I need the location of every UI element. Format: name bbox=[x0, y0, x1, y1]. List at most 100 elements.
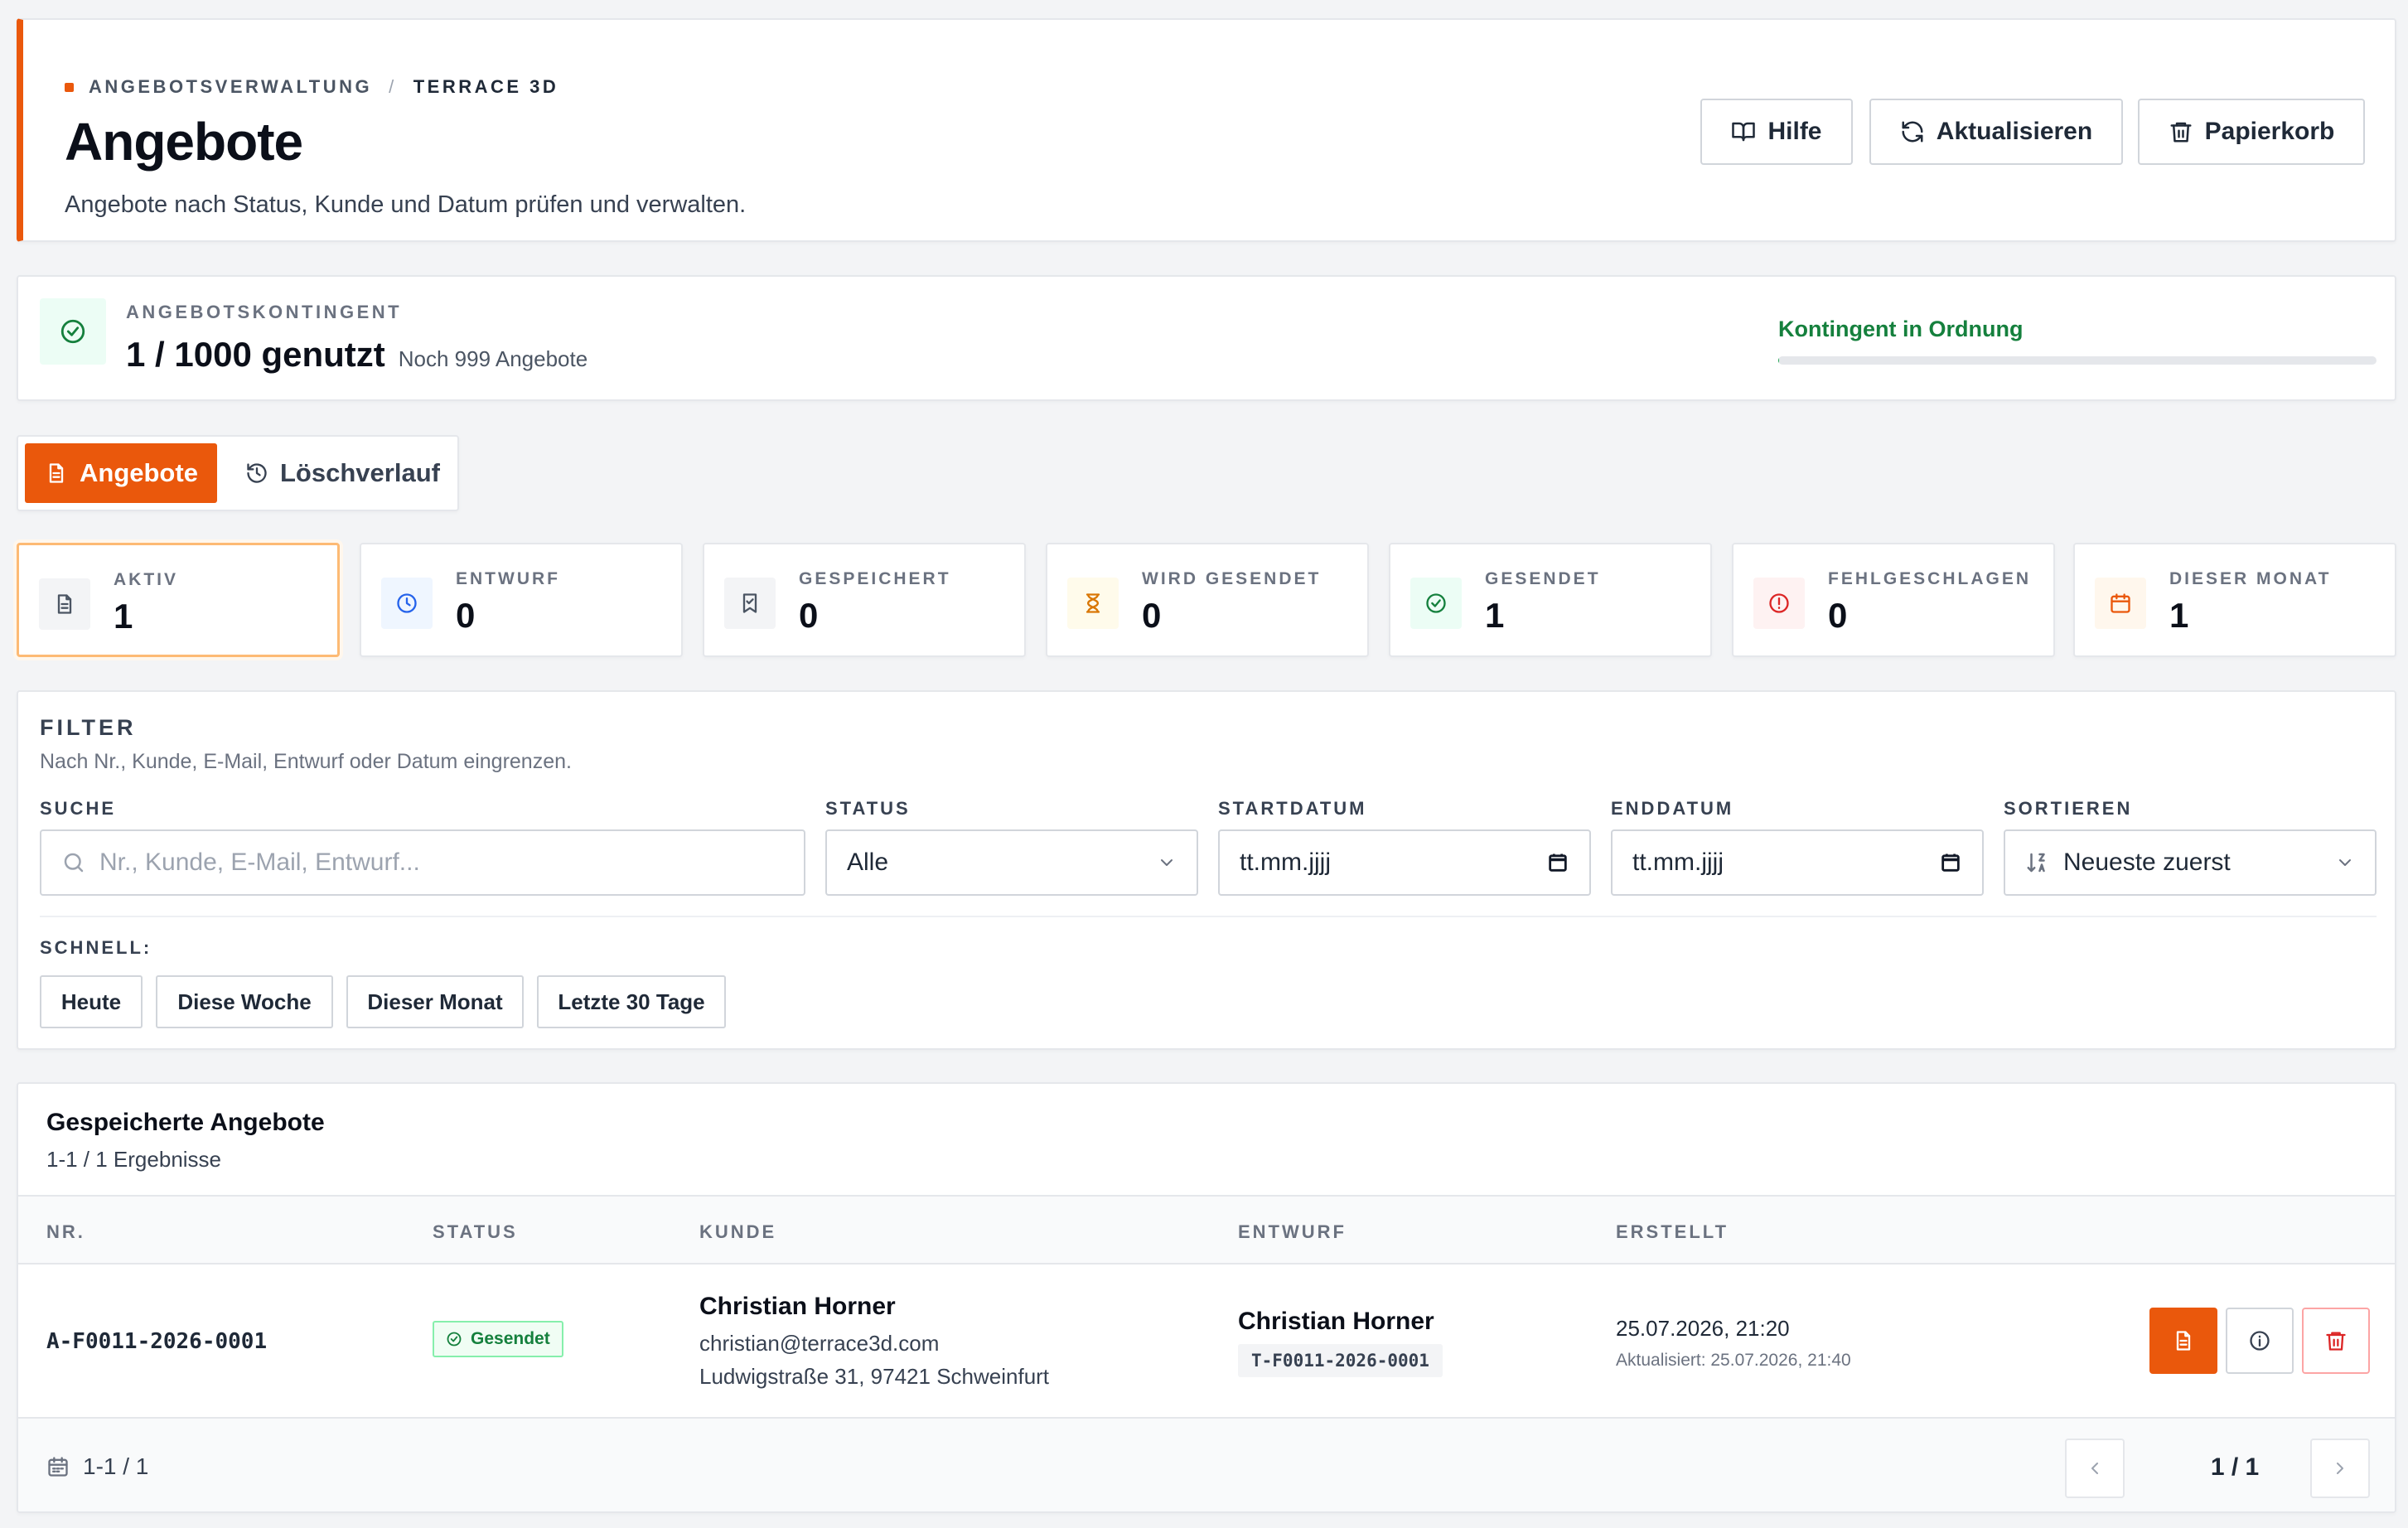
calendar-icon bbox=[46, 1455, 70, 1478]
tab-offers-label: Angebote bbox=[80, 458, 198, 487]
info-icon bbox=[2248, 1329, 2271, 1352]
filter-panel: FILTER Nach Nr., Kunde, E-Mail, Entwurf … bbox=[17, 690, 2396, 1050]
search-input[interactable]: Nr., Kunde, E-Mail, Entwurf... bbox=[40, 829, 805, 896]
footer-range-text: 1-1 / 1 bbox=[83, 1453, 149, 1479]
open-pdf-button[interactable] bbox=[2149, 1308, 2217, 1374]
refresh-button-label: Aktualisieren bbox=[1936, 118, 2093, 145]
end-date-input[interactable]: tt.mm.jjjj bbox=[1611, 829, 1984, 896]
breadcrumb-current: TERRACE 3D bbox=[413, 76, 559, 97]
view-tabs: Angebote Löschverlauf bbox=[17, 435, 459, 511]
search-placeholder: Nr., Kunde, E-Mail, Entwurf... bbox=[99, 849, 420, 876]
footer-range: 1-1 / 1 bbox=[46, 1453, 148, 1480]
draft-name: Christian Horner bbox=[1238, 1308, 1434, 1335]
stat-value: 0 bbox=[456, 596, 476, 635]
stat-value: 1 bbox=[1485, 596, 1505, 635]
help-button-label: Hilfe bbox=[1767, 118, 1822, 145]
chevron-left-icon bbox=[2085, 1458, 2105, 1478]
table-footer: 1-1 / 1 1 / 1 bbox=[18, 1419, 2395, 1511]
stat-value: 0 bbox=[799, 596, 819, 635]
quota-card: ANGEBOTSKONTINGENT 1 / 1000 genutzt Noch… bbox=[17, 275, 2396, 401]
sort-select[interactable]: Neueste zuerst bbox=[2004, 829, 2377, 896]
stat-failed[interactable]: FEHLGESCHLAGEN 0 bbox=[1732, 543, 2055, 657]
calendar-icon bbox=[2095, 578, 2146, 629]
help-button[interactable]: Hilfe bbox=[1700, 99, 1853, 165]
end-date-placeholder: tt.mm.jjjj bbox=[1632, 849, 1724, 876]
tab-history-label: Löschverlauf bbox=[280, 458, 440, 487]
status-select-value: Alle bbox=[847, 849, 889, 876]
history-icon bbox=[245, 462, 268, 485]
status-select[interactable]: Alle bbox=[825, 829, 1198, 896]
hourglass-icon bbox=[1067, 578, 1119, 629]
bookmark-icon bbox=[724, 578, 776, 629]
trash-icon bbox=[2324, 1329, 2348, 1352]
next-page-button[interactable] bbox=[2310, 1439, 2370, 1498]
quota-progress-fill bbox=[1778, 356, 1779, 365]
sort-label: SORTIEREN bbox=[2004, 798, 2133, 819]
stat-label: DIESER MONAT bbox=[2169, 569, 2332, 588]
breadcrumb: ANGEBOTSVERWALTUNG / TERRACE 3D bbox=[65, 76, 558, 98]
filter-divider bbox=[40, 916, 2377, 917]
previous-page-button[interactable] bbox=[2065, 1439, 2125, 1498]
trash-icon bbox=[2169, 119, 2193, 144]
document-icon bbox=[2172, 1329, 2195, 1352]
column-header-created: ERSTELLT bbox=[1616, 1221, 1729, 1242]
delete-button[interactable] bbox=[2302, 1308, 2370, 1374]
clock-icon bbox=[381, 578, 433, 629]
stat-label: GESENDET bbox=[1485, 569, 1601, 588]
draft-code: T-F0011-2026-0001 bbox=[1238, 1344, 1443, 1377]
filter-title: FILTER bbox=[40, 715, 137, 740]
stat-saved[interactable]: GESPEICHERT 0 bbox=[703, 543, 1026, 657]
stat-value: 1 bbox=[114, 597, 133, 636]
document-icon bbox=[39, 578, 90, 630]
start-date-input[interactable]: tt.mm.jjjj bbox=[1218, 829, 1591, 896]
stat-sending[interactable]: WIRD GESENDET 0 bbox=[1046, 543, 1369, 657]
stat-value: 0 bbox=[1142, 596, 1162, 635]
stat-label: GESPEICHERT bbox=[799, 569, 951, 588]
table-row[interactable]: A-F0011-2026-0001 Gesendet Christian Hor… bbox=[18, 1264, 2395, 1419]
breadcrumb-root[interactable]: ANGEBOTSVERWALTUNG bbox=[89, 76, 372, 98]
breadcrumb-separator: / bbox=[389, 76, 397, 97]
status-label: STATUS bbox=[825, 798, 911, 819]
details-button[interactable] bbox=[2226, 1308, 2294, 1374]
column-header-customer: KUNDE bbox=[699, 1221, 777, 1242]
check-circle-icon bbox=[40, 298, 106, 365]
created-date: 25.07.2026, 21:20 bbox=[1616, 1316, 1790, 1341]
quota-label: ANGEBOTSKONTINGENT bbox=[126, 302, 403, 322]
chevron-down-icon bbox=[1157, 853, 1177, 873]
customer-email: christian@terrace3d.com bbox=[699, 1331, 940, 1356]
quick-this-month-button[interactable]: Dieser Monat bbox=[346, 975, 524, 1028]
quick-this-week-button[interactable]: Diese Woche bbox=[156, 975, 333, 1028]
tab-offers[interactable]: Angebote bbox=[25, 443, 217, 503]
filter-subtitle: Nach Nr., Kunde, E-Mail, Entwurf oder Da… bbox=[40, 750, 572, 773]
start-date-placeholder: tt.mm.jjjj bbox=[1240, 849, 1331, 876]
calendar-icon[interactable] bbox=[1939, 851, 1962, 874]
status-badge-label: Gesendet bbox=[471, 1329, 550, 1348]
page-subtitle: Angebote nach Status, Kunde und Datum pr… bbox=[65, 191, 747, 218]
stat-this-month[interactable]: DIESER MONAT 1 bbox=[2073, 543, 2396, 657]
tab-history[interactable]: Löschverlauf bbox=[225, 443, 449, 503]
quick-today-button[interactable]: Heute bbox=[40, 975, 143, 1028]
customer-name: Christian Horner bbox=[699, 1293, 896, 1320]
search-icon bbox=[61, 850, 86, 875]
refresh-button[interactable]: Aktualisieren bbox=[1869, 99, 2123, 165]
alert-circle-icon bbox=[1753, 578, 1805, 629]
stat-active[interactable]: AKTIV 1 bbox=[17, 543, 340, 657]
stat-draft[interactable]: ENTWURF 0 bbox=[360, 543, 683, 657]
trash-button[interactable]: Papierkorb bbox=[2138, 99, 2365, 165]
stat-sent[interactable]: GESENDET 1 bbox=[1389, 543, 1712, 657]
stat-label: AKTIV bbox=[114, 570, 178, 589]
calendar-icon[interactable] bbox=[1546, 851, 1569, 874]
customer-address: Ludwigstraße 31, 97421 Schweinfurt bbox=[699, 1364, 1050, 1389]
sort-icon bbox=[2025, 850, 2050, 875]
quick-last-30-days-button[interactable]: Letzte 30 Tage bbox=[537, 975, 726, 1028]
page-title: Angebote bbox=[65, 112, 303, 172]
stat-label: ENTWURF bbox=[456, 569, 560, 588]
updated-date: Aktualisiert: 25.07.2026, 21:40 bbox=[1616, 1351, 1851, 1370]
stat-label: WIRD GESENDET bbox=[1142, 569, 1322, 588]
status-badge: Gesendet bbox=[433, 1321, 563, 1357]
sort-select-value: Neueste zuerst bbox=[2063, 849, 2231, 876]
stat-value: 0 bbox=[1828, 596, 1848, 635]
quota-value: 1 / 1000 genutzt bbox=[126, 335, 385, 374]
start-date-label: STARTDATUM bbox=[1218, 798, 1367, 819]
page-indicator: 1 / 1 bbox=[2210, 1453, 2260, 1481]
